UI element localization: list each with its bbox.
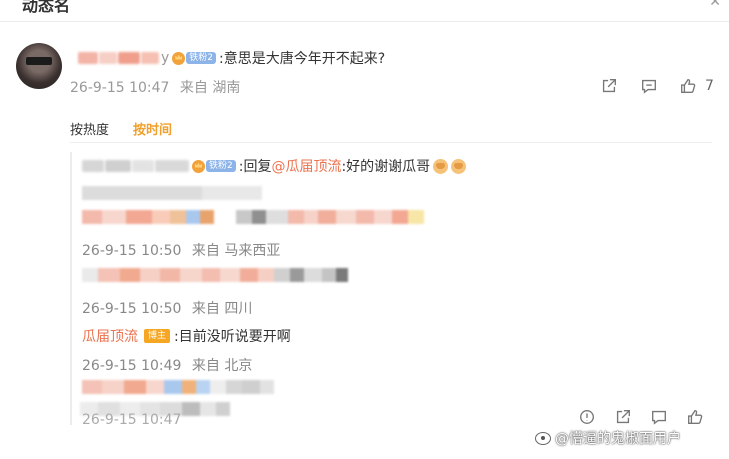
fan-badge: 铁粉2: [172, 51, 217, 65]
username[interactable]: y: [78, 50, 169, 66]
reply-time: 26-9-15 10:50: [82, 243, 182, 259]
reply-prefix: :回复: [238, 159, 272, 175]
reply-username[interactable]: [82, 160, 189, 172]
mention-link[interactable]: @瓜届顶流: [271, 156, 341, 176]
sort-by-time[interactable]: 按时间: [133, 119, 172, 138]
redacted-username: [118, 52, 140, 64]
weibo-logo-icon: [535, 431, 551, 445]
share-button[interactable]: [600, 77, 618, 95]
page-title: 动态名: [22, 0, 71, 15]
redacted-username: [132, 160, 154, 172]
reply-time: 26-9-15 10:49: [82, 358, 182, 374]
redacted-username: [155, 160, 189, 172]
share-button[interactable]: [614, 408, 632, 430]
reply-meta: 26-9-15 10:47: [82, 412, 181, 428]
reply-meta: 26-9-15 10:49 来自 北京: [82, 355, 252, 375]
reply-location: 来自 四川: [191, 301, 253, 317]
reply-actions: [578, 408, 704, 430]
top-bar: 动态名 ✕: [0, 0, 729, 22]
reply-meta: 26-9-15 10:50 来自 马来西亚: [82, 240, 280, 260]
comment-time: 26-9-15 10:47: [70, 80, 170, 96]
close-icon[interactable]: ✕: [709, 0, 721, 10]
reply-row: 瓜届顶流 博主 :目前没听说要开啊: [82, 326, 291, 346]
redacted-username: [78, 52, 98, 64]
sort-by-hot[interactable]: 按热度: [70, 119, 109, 138]
reply-location: 来自 北京: [191, 358, 253, 374]
reply-text: :目前没听说要开啊: [174, 329, 291, 345]
reply-location: 来自 马来西亚: [191, 243, 281, 259]
reply-author[interactable]: 瓜届顶流: [82, 326, 138, 346]
thread-line: [70, 152, 72, 425]
main-comment-line: y 铁粉2 :意思是大唐今年开不起来?: [78, 48, 385, 68]
comment-icon: [642, 79, 656, 94]
like-button[interactable]: 7: [679, 77, 714, 95]
fan-badge-label: 铁粉2: [186, 52, 217, 64]
reply-row: 铁粉2 :回复 @瓜届顶流 :好的谢谢瓜哥: [82, 156, 467, 176]
redacted-username: [99, 52, 117, 64]
comment-meta: 26-9-15 10:47 来自 湖南: [70, 77, 240, 97]
muscle-emoji-icon: [433, 158, 449, 174]
redacted-username: [105, 160, 131, 172]
comment-text: :意思是大唐今年开不起来?: [219, 51, 386, 67]
comment-icon: [652, 410, 666, 425]
reply-button[interactable]: [640, 77, 658, 95]
avatar[interactable]: [16, 43, 62, 89]
redacted-reply: [82, 210, 424, 224]
report-icon: [580, 410, 594, 424]
host-badge: 博主: [144, 329, 171, 343]
watermark: @懵逼的鬼椒面用户: [535, 428, 681, 448]
reply-button[interactable]: [650, 408, 668, 430]
fan-badge: 铁粉2: [192, 159, 236, 173]
crown-icon: [172, 51, 186, 65]
divider: [70, 142, 712, 143]
muscle-emoji-icon: [451, 158, 467, 174]
redacted-username: [82, 160, 104, 172]
reply-text: :好的谢谢瓜哥: [341, 159, 431, 175]
reply-time: 26-9-15 10:50: [82, 301, 182, 317]
reply-time: 26-9-15 10:47: [82, 412, 182, 428]
sort-bar: 按热度 按时间: [70, 119, 196, 138]
like-count: 7: [705, 78, 714, 94]
reply-meta: 26-9-15 10:50 来自 四川: [82, 298, 252, 318]
thumbs-up-icon: [681, 79, 696, 93]
share-icon: [602, 79, 616, 93]
crown-icon: [192, 159, 205, 173]
like-button[interactable]: [686, 408, 704, 430]
username-suffix: y: [161, 50, 170, 66]
comment-location: 来自 湖南: [179, 80, 241, 96]
redacted-username: [141, 52, 159, 64]
thumbs-up-icon: [688, 410, 703, 424]
redacted-reply: [82, 380, 274, 394]
watermark-text: @懵逼的鬼椒面用户: [555, 431, 681, 447]
redacted-reply: [82, 268, 348, 282]
report-button[interactable]: [578, 408, 596, 430]
fan-badge-label: 铁粉2: [206, 160, 236, 172]
share-icon: [616, 410, 630, 424]
redacted-meta: [82, 186, 262, 200]
